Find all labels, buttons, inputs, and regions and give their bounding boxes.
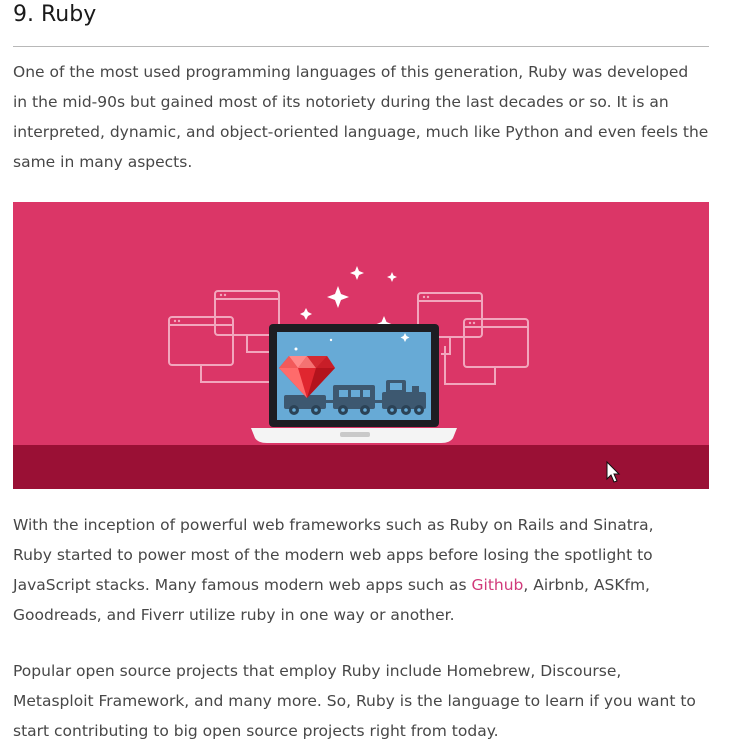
hero-floor (13, 445, 709, 489)
intro-line: One of the most used programming languag… (13, 63, 689, 81)
projects-line: Metasploit Framework, and many more. So,… (13, 692, 696, 710)
intro-paragraph: One of the most used programming languag… (13, 57, 713, 177)
projects-line: start contributing to big open source pr… (13, 722, 499, 740)
frameworks-line: Goodreads, and Fiverr utilize ruby in on… (13, 606, 455, 624)
intro-line: same in many aspects. (13, 153, 193, 171)
intro-line: interpreted, dynamic, and object-oriente… (13, 123, 709, 141)
laptop-icon (251, 324, 457, 443)
frameworks-paragraph: With the inception of powerful web frame… (13, 510, 713, 630)
frameworks-text: , Airbnb, ASKfm, (523, 576, 650, 594)
browser-windows-left (168, 290, 280, 383)
sparkle-icons (300, 266, 397, 333)
heading-divider (13, 46, 709, 47)
ruby-illustration (13, 202, 709, 489)
laptop-ruby-gem-train-illustration (13, 266, 709, 489)
github-link[interactable]: Github (472, 576, 524, 594)
projects-paragraph: Popular open source projects that employ… (13, 656, 713, 746)
frameworks-line-with-link: JavaScript stacks. Many famous modern we… (13, 570, 713, 600)
projects-line: Popular open source projects that employ… (13, 662, 622, 680)
frameworks-line: Ruby started to power most of the modern… (13, 546, 653, 564)
frameworks-text: JavaScript stacks. Many famous modern we… (13, 576, 472, 594)
section-heading: 9. Ruby (13, 2, 97, 27)
frameworks-line: With the inception of powerful web frame… (13, 516, 654, 534)
intro-line: in the mid-90s but gained most of its no… (13, 93, 669, 111)
